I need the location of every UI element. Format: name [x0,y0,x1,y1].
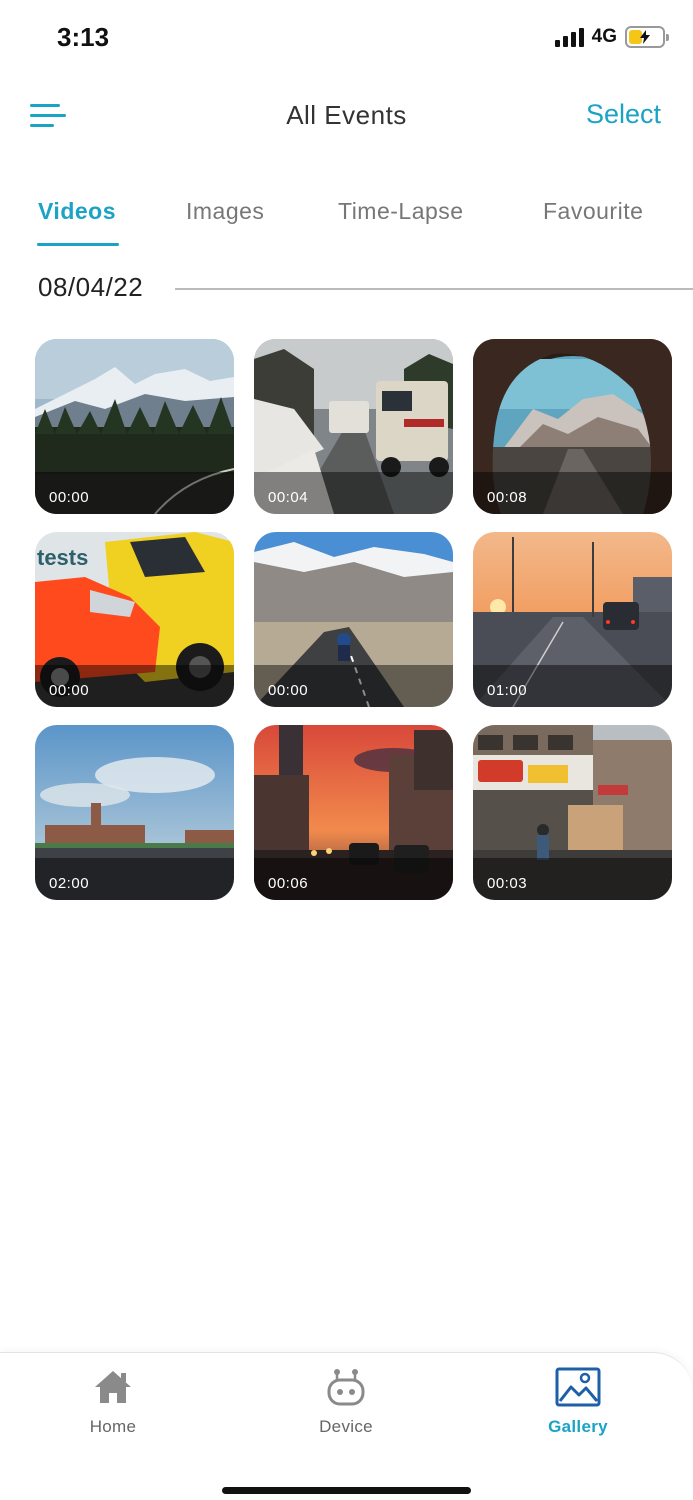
nav-device[interactable]: Device [286,1367,406,1437]
status-time: 3:13 [57,22,110,52]
tab-videos[interactable]: Videos [38,198,116,225]
network-type: 4G [591,26,617,47]
header: All Events Select [0,80,693,160]
video-thumbnail[interactable]: 00:03 [473,725,672,900]
tab-time-lapse[interactable]: Time-Lapse [338,198,464,225]
gallery-image-icon [518,1367,638,1407]
status-bar: 3:13 4G [0,0,693,80]
video-duration: 01:00 [487,682,528,699]
video-thumbnail[interactable]: 00:00 [254,532,453,707]
tab-favourite[interactable]: Favourite [543,198,643,225]
tab-images[interactable]: Images [186,198,264,225]
video-duration: 00:08 [487,489,528,506]
home-indicator [222,1487,471,1494]
cellular-signal-icon [554,27,584,47]
video-thumbnail[interactable]: 00:00 [35,339,234,514]
active-tab-indicator [37,243,119,246]
home-icon [53,1367,173,1407]
video-thumbnail[interactable]: tests 00:00 [35,532,234,707]
section-date: 08/04/22 [38,272,144,302]
video-thumbnail[interactable]: 00:06 [254,725,453,900]
video-thumbnail[interactable]: 00:08 [473,339,672,514]
video-duration: 00:04 [268,489,309,506]
video-duration: 02:00 [49,875,90,892]
video-thumbnail[interactable]: 01:00 [473,532,672,707]
nav-label: Home [89,1417,137,1436]
video-duration: 00:00 [49,682,90,699]
divider [175,288,693,290]
nav-home[interactable]: Home [53,1367,173,1437]
overlay-text: tests [37,545,88,570]
bottom-navigation: Home Device Gallery [0,1352,693,1500]
video-duration: 00:03 [487,875,528,892]
video-thumbnail[interactable]: 00:04 [254,339,453,514]
video-thumbnail[interactable]: 02:00 [35,725,234,900]
video-duration: 00:06 [268,875,309,892]
video-duration: 00:00 [49,489,90,506]
video-grid: 00:00 00:04 00:08 tests 00:00 00:00 01:0… [35,339,673,900]
status-indicators: 4G [554,26,669,48]
nav-gallery[interactable]: Gallery [518,1367,638,1437]
video-duration: 00:00 [268,682,309,699]
media-tabs: Videos Images Time-Lapse Favourite [0,190,693,250]
date-section-header: 08/04/22 [38,270,693,306]
robot-device-icon [286,1367,406,1407]
nav-label: Gallery [548,1417,608,1436]
select-button[interactable]: Select [586,99,661,130]
battery-charging-icon [625,26,669,48]
nav-label: Device [319,1417,373,1436]
